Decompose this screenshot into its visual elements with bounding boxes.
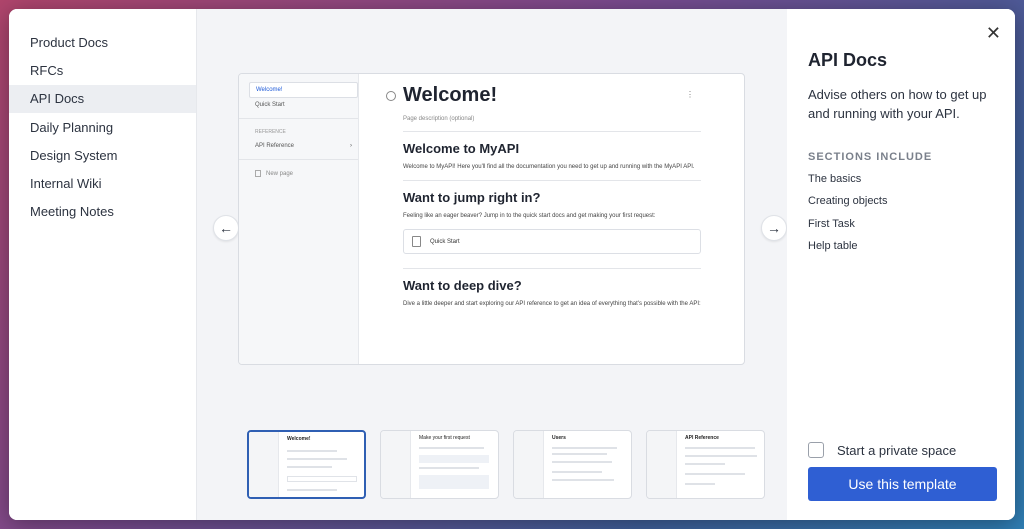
thumbnail-welcome[interactable]: Welcome! — [247, 430, 366, 499]
sections-heading: SECTIONS INCLUDE — [808, 151, 933, 163]
close-icon: ✕ — [985, 23, 1001, 43]
preview-new-page-label: New page — [266, 171, 294, 178]
preview-area: ← → Welcome! Quick Start REFERENCE API R… — [197, 9, 787, 520]
arrow-right-icon: → — [767, 220, 781, 236]
thumbnail-title: Users — [552, 435, 566, 441]
preview-text-deep: Dive a little deeper and start exploring… — [403, 301, 701, 307]
thumbnail-strip: Welcome! Make your first request Users A… — [247, 430, 767, 500]
use-template-button[interactable]: Use this template — [808, 467, 997, 501]
arrow-left-icon: ← — [219, 220, 233, 236]
preview-text-jump: Feeling like an eager beaver? Jump in to… — [403, 213, 656, 219]
thumbnail-title: Welcome! — [287, 436, 311, 442]
private-space-checkbox[interactable] — [808, 442, 824, 458]
preview-heading-welcome: Welcome to MyAPI — [403, 141, 520, 156]
section-item: The basics — [808, 173, 862, 185]
close-button[interactable]: ✕ — [986, 23, 1001, 43]
thumbnail-first-request[interactable]: Make your first request — [380, 430, 499, 499]
private-space-option[interactable]: Start a private space — [808, 442, 956, 458]
sidebar-item-rfcs[interactable]: RFCs — [9, 57, 196, 85]
preview-sidebar: Welcome! Quick Start REFERENCE API Refer… — [239, 74, 359, 364]
divider — [403, 268, 701, 269]
template-description: Advise others on how to get up and runni… — [808, 87, 987, 121]
preview-content: Welcome! ⋮ Page description (optional) W… — [359, 74, 744, 364]
preview-quick-start-card: Quick Start — [403, 229, 701, 254]
section-item: Creating objects — [808, 195, 888, 208]
preview-heading-deep: Want to deep dive? — [403, 278, 522, 293]
preview-text-welcome: Welcome to MyAPI! Here you'll find all t… — [403, 164, 695, 170]
preview-api-reference-label: API Reference — [255, 143, 295, 149]
preview-sidebar-welcome: Welcome! — [249, 82, 358, 98]
preview-card-label: Quick Start — [430, 238, 460, 245]
more-icon: ⋮ — [686, 90, 694, 99]
previous-button[interactable]: ← — [213, 215, 239, 241]
page-preview: Welcome! Quick Start REFERENCE API Refer… — [238, 73, 745, 365]
thumbnail-title: Make your first request — [419, 435, 470, 441]
sidebar-item-daily-planning[interactable]: Daily Planning — [9, 114, 196, 142]
preview-description: Page description (optional) — [403, 116, 475, 122]
private-space-label: Start a private space — [837, 442, 957, 458]
sections-list: The basics Creating objects First Task H… — [808, 172, 888, 261]
divider — [403, 131, 701, 132]
preview-sidebar-api-reference: API Reference › — [249, 139, 358, 153]
section-item: First Task — [808, 217, 855, 230]
document-icon — [412, 236, 421, 247]
preview-heading-jump: Want to jump right in? — [403, 190, 541, 205]
template-modal: Product Docs RFCs API Docs Daily Plannin… — [9, 9, 1015, 520]
next-button[interactable]: → — [761, 215, 787, 241]
preview-sidebar-quick-start: Quick Start — [255, 102, 285, 108]
section-item: Help table — [808, 239, 858, 252]
divider — [403, 180, 701, 181]
sidebar-item-design-system[interactable]: Design System — [9, 142, 196, 170]
thumbnail-title: API Reference — [685, 435, 719, 441]
sidebar-item-internal-wiki[interactable]: Internal Wiki — [9, 170, 196, 198]
chevron-right-icon: › — [350, 143, 352, 149]
preview-sidebar-section: REFERENCE — [255, 129, 286, 135]
sidebar-item-api-docs[interactable]: API Docs — [9, 85, 196, 114]
template-title: API Docs — [808, 50, 888, 70]
emoji-icon — [386, 91, 396, 101]
template-details: ✕ API Docs Advise others on how to get u… — [787, 9, 1015, 520]
preview-title: Welcome! — [403, 84, 498, 106]
thumbnail-api-reference[interactable]: API Reference — [646, 430, 765, 499]
sidebar-item-meeting-notes[interactable]: Meeting Notes — [9, 198, 196, 226]
page-icon — [255, 170, 261, 177]
sidebar-item-product-docs[interactable]: Product Docs — [9, 29, 196, 57]
preview-new-page: New page — [249, 166, 358, 181]
template-sidebar: Product Docs RFCs API Docs Daily Plannin… — [9, 9, 197, 520]
thumbnail-users[interactable]: Users — [513, 430, 632, 499]
